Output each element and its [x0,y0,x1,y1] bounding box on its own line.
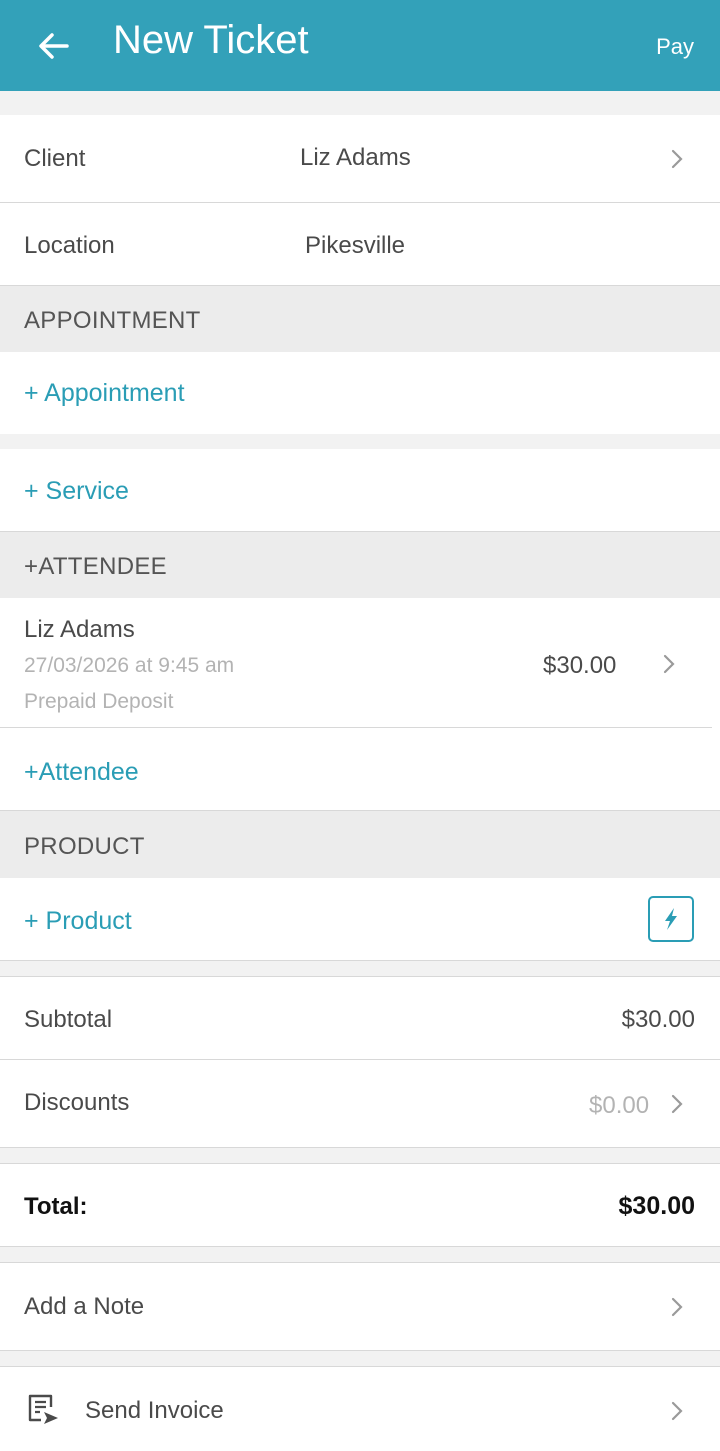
subtotal-value: $30.00 [621,1006,695,1033]
pay-button[interactable]: Pay [656,34,694,60]
subtotal-row: Subtotal $30.00 [0,977,720,1059]
attendee-type: Prepaid Deposit [24,690,174,713]
client-label: Client [24,145,86,172]
product-section-header: PRODUCT [0,811,720,878]
add-service-row[interactable]: + Service [0,449,720,531]
invoice-icon [28,1394,58,1424]
add-product-row[interactable]: + Product [0,878,720,960]
chevron-right-icon [663,654,675,674]
add-product-link[interactable]: + Product [24,907,132,936]
attendee-section-header: +ATTENDEE [0,532,720,598]
chevron-right-icon [671,1297,683,1317]
appointment-section-header: APPOINTMENT [0,286,720,352]
subtotal-label: Subtotal [24,1006,113,1033]
attendee-item[interactable]: Liz Adams 27/03/2026 at 9:45 am Prepaid … [0,598,720,728]
add-appointment-link[interactable]: + Appointment [24,379,185,408]
add-note-row[interactable]: Add a Note [0,1263,720,1350]
location-row[interactable]: Location Pikesville [0,203,720,285]
total-label: Total: [24,1193,88,1220]
attendee-amount: $30.00 [543,652,617,679]
add-note-label: Add a Note [24,1293,145,1320]
attendee-section-title: +ATTENDEE [24,553,167,580]
add-service-link[interactable]: + Service [24,477,129,506]
discounts-value: $0.00 [589,1092,650,1119]
add-attendee-row[interactable]: +Attendee [0,728,720,810]
divider [0,960,720,961]
total-value: $30.00 [618,1192,695,1220]
appointment-section-title: APPOINTMENT [24,307,201,334]
page-title: New Ticket [113,18,309,62]
chevron-right-icon [671,149,683,169]
add-attendee-link[interactable]: +Attendee [24,758,139,787]
back-arrow-icon[interactable] [34,26,74,66]
attendee-name: Liz Adams [24,616,135,643]
discounts-label: Discounts [24,1089,130,1116]
lightning-icon[interactable] [648,896,694,942]
divider [0,1147,720,1148]
divider [0,1350,720,1351]
product-section-title: PRODUCT [24,833,145,860]
location-value: Pikesville [305,232,406,259]
chevron-right-icon [671,1094,683,1114]
client-value: Liz Adams [300,144,411,171]
discounts-row[interactable]: Discounts $0.00 [0,1060,720,1147]
add-appointment-row[interactable]: + Appointment [0,352,720,434]
send-invoice-label: Send Invoice [85,1397,224,1424]
divider [0,1246,720,1247]
chevron-right-icon [671,1401,683,1421]
app-bar: New Ticket Pay [0,0,720,91]
location-label: Location [24,232,115,259]
client-row[interactable]: Client Liz Adams [0,115,720,202]
attendee-datetime: 27/03/2026 at 9:45 am [24,654,235,677]
send-invoice-row[interactable]: Send Invoice [0,1367,720,1451]
total-row: Total: $30.00 [0,1164,720,1246]
